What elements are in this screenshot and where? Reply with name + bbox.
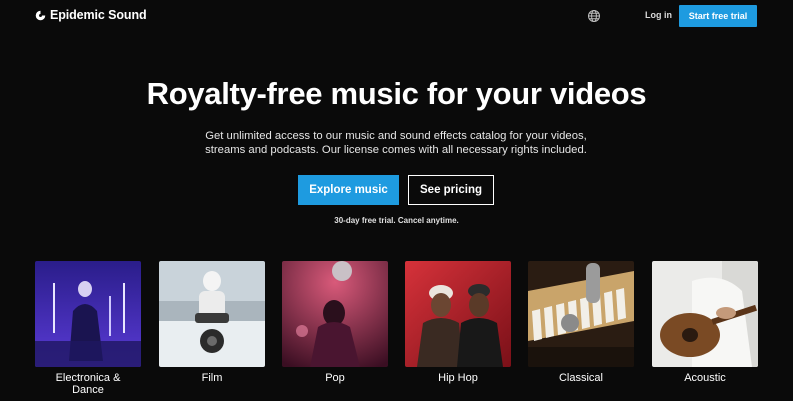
- genre-card-acoustic[interactable]: Acoustic: [652, 261, 758, 384]
- genre-label-line-1: Pop: [325, 372, 345, 384]
- see-pricing-button[interactable]: See pricing: [408, 175, 494, 205]
- brand-name: Epidemic Sound: [50, 8, 147, 22]
- genre-image-classical: [528, 261, 634, 367]
- genre-label-line-1: Classical: [558, 372, 603, 384]
- start-free-trial-button[interactable]: Start free trial: [679, 5, 757, 27]
- genre-image-film: [159, 261, 265, 367]
- genre-label: Electronica & Dance: [35, 372, 141, 396]
- genre-image-pop: [282, 261, 388, 367]
- hero-title: Royalty-free music for your videos: [146, 76, 647, 111]
- genre-label: Pop: [282, 372, 388, 384]
- genre-label-line-1: Hip Hop: [438, 372, 478, 384]
- genre-label: Film: [159, 372, 265, 384]
- top-navigation-bar: Epidemic Sound Log in Start free trial: [0, 0, 793, 32]
- genre-label-line-1: Acoustic: [684, 372, 726, 384]
- genre-card-classical[interactable]: Classical: [528, 261, 634, 384]
- genre-label-line-1: Film: [201, 372, 223, 384]
- genre-label: Acoustic: [652, 372, 758, 384]
- hero-subtitle: Get unlimited access to our music and so…: [186, 129, 606, 157]
- genre-label-line-2: Dance: [72, 384, 104, 396]
- hero-subtitle-line-2: streams and podcasts. Our license comes …: [205, 144, 587, 156]
- free-trial-note: 30-day free trial. Cancel anytime.: [334, 216, 459, 225]
- epidemic-sound-logo-icon: [35, 10, 46, 20]
- genre-card-pop[interactable]: Pop: [282, 261, 388, 384]
- hero-subtitle-line-1: Get unlimited access to our music and so…: [205, 130, 587, 142]
- login-link[interactable]: Log in: [645, 10, 672, 20]
- genre-image-acoustic: [652, 261, 758, 367]
- genre-image-hip-hop: [405, 261, 511, 367]
- globe-icon[interactable]: [587, 9, 601, 23]
- genre-label: Hip Hop: [405, 372, 511, 384]
- genre-card-hip-hop[interactable]: Hip Hop: [405, 261, 511, 384]
- brand-logo[interactable]: Epidemic Sound: [35, 8, 147, 22]
- genre-label: Classical: [528, 372, 634, 384]
- genre-card-film[interactable]: Film: [159, 261, 265, 384]
- genre-label-line-1: Electronica &: [55, 372, 121, 384]
- genre-card-electronica-dance[interactable]: Electronica & Dance: [35, 261, 141, 396]
- explore-music-button[interactable]: Explore music: [298, 175, 399, 205]
- genre-image-electronica-dance: [35, 261, 141, 367]
